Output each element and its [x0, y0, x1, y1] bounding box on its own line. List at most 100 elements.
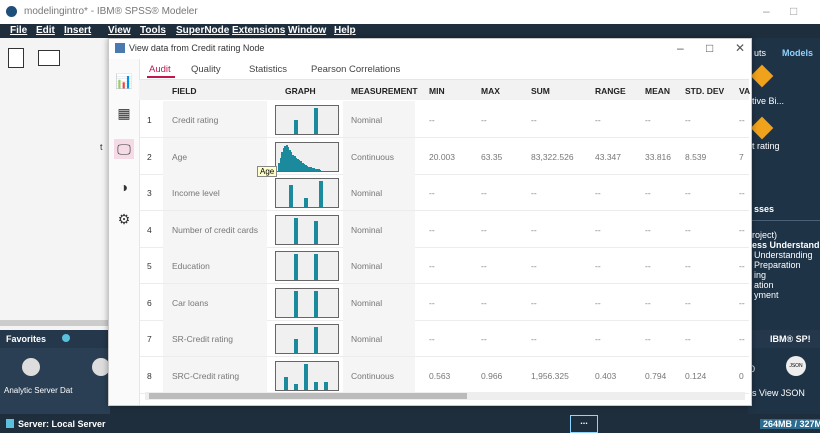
table-row[interactable]: 2 Age Continuous 20.003 63.35 83,322.526 43.34…	[139, 137, 749, 175]
favorites-tab[interactable]: Favorites	[6, 334, 46, 344]
open-folder-icon[interactable]	[38, 50, 60, 66]
field-name: Credit rating	[172, 115, 219, 125]
crisp-item[interactable]: ess Understandin	[752, 240, 820, 250]
std-dev-cell: --	[685, 224, 691, 235]
field-graph-thumbnail[interactable]	[275, 360, 339, 391]
tab-statistics[interactable]: Statistics	[249, 64, 287, 75]
column-header[interactable]: MEASUREMENT	[351, 86, 418, 96]
measurement-cell: Nominal	[351, 224, 383, 235]
tab-quality[interactable]: Quality	[191, 64, 221, 75]
horizontal-scrollbar[interactable]	[145, 392, 745, 400]
measurement-cell: Nominal	[351, 334, 383, 344]
column-header[interactable]: GRAPH	[285, 86, 316, 96]
field-graph-thumbnail[interactable]	[275, 251, 339, 281]
field-graph-thumbnail[interactable]	[275, 324, 339, 354]
chart-view-icon[interactable]: 📊	[114, 71, 134, 91]
app-minimize-button[interactable]: –	[763, 4, 770, 18]
dialog-close-button[interactable]: ✕	[735, 41, 745, 55]
range-cell: --	[595, 224, 601, 235]
crisp-item[interactable]: yment	[754, 290, 779, 300]
field-name: SR-Credit rating	[172, 334, 233, 344]
column-header[interactable]: MAX	[481, 86, 500, 96]
left-scrollbar[interactable]	[0, 320, 110, 326]
column-header[interactable]: MIN	[429, 86, 445, 96]
dashboard-icon[interactable]: ◑	[114, 177, 134, 197]
min-cell: 0.563	[429, 370, 451, 381]
mean-cell: --	[645, 261, 651, 271]
analytic-server-icon[interactable]	[22, 358, 40, 376]
table-row[interactable]: 1 Credit rating Nominal -- -- -- -- -- -- --	[139, 101, 749, 138]
tab-audit[interactable]: Audit	[149, 64, 171, 75]
crisp-item[interactable]: ing	[754, 270, 766, 280]
menu-help[interactable]: Help	[334, 25, 356, 36]
max-cell: --	[481, 115, 487, 125]
column-header[interactable]: FIELD	[172, 86, 197, 96]
table-row[interactable]: 5 Education Nominal -- -- -- -- -- -- --	[139, 247, 749, 284]
dialog-maximize-button[interactable]: □	[706, 41, 713, 55]
std-dev-cell: --	[685, 334, 691, 344]
menu-extensions[interactable]: Extensions	[232, 25, 285, 36]
field-graph-thumbnail[interactable]	[275, 105, 339, 135]
category-bar	[324, 381, 328, 390]
field-graph-thumbnail[interactable]	[275, 287, 339, 318]
std-dev-cell: --	[685, 261, 691, 271]
field-graph-thumbnail[interactable]	[275, 141, 339, 172]
json-icon[interactable]: JSON	[786, 356, 806, 376]
menu-insert[interactable]: Insert	[64, 25, 91, 36]
chart-icon	[115, 43, 125, 53]
menu-file[interactable]: File	[10, 25, 27, 36]
server-status[interactable]: Server: Local Server	[18, 419, 106, 429]
mean-cell: --	[645, 188, 651, 198]
output-view-icon[interactable]: 🖵	[114, 139, 134, 159]
table-row[interactable]: 6 Car loans Nominal -- -- -- -- -- -- --	[139, 283, 749, 321]
settings-gear-icon[interactable]: ⚙	[114, 209, 134, 229]
field-graph-thumbnail[interactable]	[275, 214, 339, 245]
field-graph-thumbnail[interactable]	[275, 178, 339, 208]
menu-supernode[interactable]: SuperNode	[176, 25, 229, 36]
table-view-icon[interactable]: ▦	[114, 103, 134, 123]
std-dev-cell: 0.124	[685, 370, 707, 381]
category-bar	[304, 363, 308, 390]
menu-tools[interactable]: Tools	[140, 25, 166, 36]
category-bar	[314, 327, 318, 353]
menu-window[interactable]: Window	[288, 25, 326, 36]
row-number: 4	[147, 224, 152, 235]
table-row[interactable]: 3 Income level Nominal -- -- -- -- -- -- --	[139, 174, 749, 211]
model-nugget-icon[interactable]	[750, 64, 774, 88]
tab-pearson-correlations[interactable]: Pearson Correlations	[311, 64, 400, 75]
table-row[interactable]: 8 SRC-Credit rating Continuous 0.563 0.966 1,…	[139, 356, 749, 394]
models-tab[interactable]: Models	[782, 48, 813, 58]
new-file-icon[interactable]	[8, 48, 24, 68]
sum-cell: --	[531, 188, 537, 198]
ibm-spss-tab[interactable]: IBM® SP!	[770, 334, 811, 344]
table-row[interactable]: 4 Number of credit cards Nominal -- -- -- -- --…	[139, 210, 749, 248]
scrollbar-thumb[interactable]	[149, 393, 467, 399]
crisp-item[interactable]: roject)	[752, 230, 777, 240]
max-cell: 0.966	[481, 370, 503, 381]
sum-cell: --	[531, 334, 537, 344]
app-maximize-button[interactable]: □	[790, 4, 797, 18]
crisp-item[interactable]: Understanding	[754, 250, 813, 260]
table-row[interactable]: 7 SR-Credit rating Nominal -- -- -- -- -- -- --	[139, 320, 749, 357]
max-cell: 63.35	[481, 151, 503, 162]
column-header[interactable]: SUM	[531, 86, 550, 96]
range-cell: --	[595, 261, 601, 271]
menu-view[interactable]: View	[108, 25, 131, 36]
crisp-item[interactable]: Preparation	[754, 260, 801, 270]
menu-edit[interactable]: Edit	[36, 25, 55, 36]
variance-cell: --	[739, 224, 745, 235]
category-bar	[294, 338, 298, 353]
column-header[interactable]: VA	[739, 86, 750, 96]
column-header[interactable]: RANGE	[595, 86, 626, 96]
model-nugget-icon-2[interactable]	[750, 116, 774, 140]
row-number: 1	[147, 115, 152, 125]
status-ellipsis-button[interactable]: ...	[570, 415, 598, 433]
dialog-minimize-button[interactable]: –	[677, 41, 684, 55]
category-bar	[294, 217, 298, 244]
range-cell: --	[595, 297, 601, 308]
column-header[interactable]: STD. DEV	[685, 86, 724, 96]
crisp-item[interactable]: ation	[754, 280, 774, 290]
column-header[interactable]: MEAN	[645, 86, 670, 96]
outputs-tab[interactable]: uts	[754, 48, 766, 58]
palette-tab-icon[interactable]	[62, 334, 70, 342]
